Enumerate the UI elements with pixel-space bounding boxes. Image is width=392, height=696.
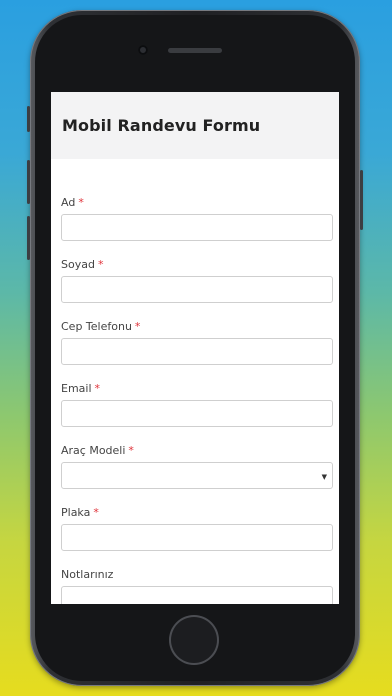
label-text: Cep Telefonu — [61, 320, 132, 333]
chevron-down-icon: ▼ — [321, 473, 327, 481]
required-marker: * — [78, 196, 84, 209]
field-ad: Ad * — [61, 196, 333, 258]
form-header: Mobil Randevu Formu — [51, 92, 339, 159]
mobile-phone-input[interactable] — [61, 338, 333, 365]
label-text: Plaka — [61, 506, 91, 519]
field-label: Cep Telefonu * — [61, 320, 140, 333]
label-text: Notlarınız — [61, 568, 114, 581]
required-marker: * — [134, 320, 141, 333]
required-marker: * — [94, 382, 101, 395]
field-label: Notlarınız — [61, 568, 113, 581]
label-text: Email — [61, 382, 92, 395]
form-body: Ad * Soyad * Cep Telefonu * Email * Araç Mod… — [51, 159, 339, 604]
front-camera-icon — [138, 45, 148, 55]
home-button[interactable] — [169, 615, 219, 665]
field-cep-telefonu: Cep Telefonu * — [61, 320, 333, 382]
notes-textarea[interactable] — [61, 586, 333, 604]
car-model-select[interactable]: ▼ — [61, 462, 333, 489]
label-text: Soyad — [61, 258, 95, 271]
volume-down-button — [27, 216, 30, 260]
earpiece-speaker — [168, 48, 222, 53]
required-marker: * — [97, 258, 104, 271]
volume-up-button — [27, 160, 30, 204]
label-text: Araç Modeli — [61, 444, 126, 457]
license-plate-input[interactable] — [61, 524, 333, 551]
first-name-input[interactable] — [61, 214, 333, 241]
field-arac-modeli: Araç Modeli * ▼ — [61, 444, 333, 506]
label-text: Ad — [61, 196, 76, 209]
email-input[interactable] — [61, 400, 333, 427]
page-title: Mobil Randevu Formu — [62, 116, 261, 135]
field-plaka: Plaka * — [61, 506, 333, 568]
field-soyad: Soyad * — [61, 258, 333, 320]
field-email: Email * — [61, 382, 333, 444]
field-label: Email * — [61, 382, 100, 395]
field-notlariniz: Notlarınız — [61, 568, 333, 604]
app-screen: Mobil Randevu Formu Ad * Soyad * Cep Telef… — [51, 92, 339, 604]
field-label: Ad * — [61, 196, 84, 209]
required-marker: * — [93, 506, 99, 519]
field-label: Araç Modeli * — [61, 444, 134, 457]
field-label: Plaka * — [61, 506, 99, 519]
field-label: Soyad * — [61, 258, 103, 271]
last-name-input[interactable] — [61, 276, 333, 303]
required-marker: * — [128, 444, 134, 457]
power-button — [360, 170, 363, 230]
mute-switch — [27, 106, 30, 132]
